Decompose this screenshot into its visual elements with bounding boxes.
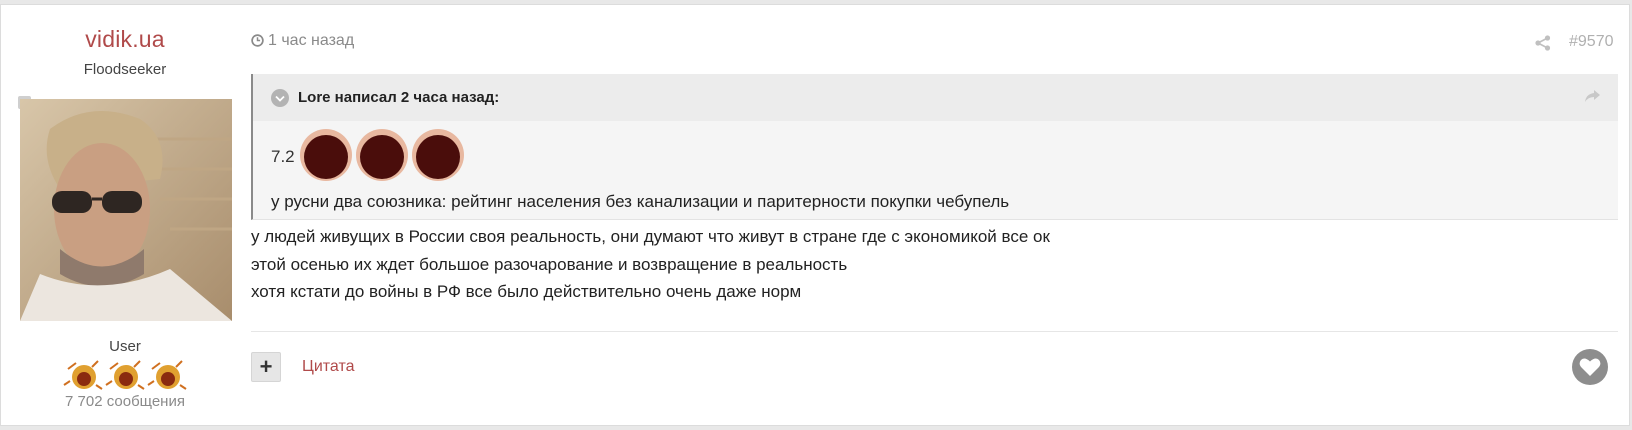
quote-text: у русни два союзника: рейтинг населения … xyxy=(271,192,1010,211)
quote-button[interactable]: Цитата xyxy=(302,358,355,376)
post-number-link[interactable]: #9570 xyxy=(1569,33,1614,51)
quote-citation: Lore написал 2 часа назад: xyxy=(298,89,500,106)
quote-prefix: 7.2 xyxy=(271,147,295,166)
post-text-line: у людей живущих в России своя реальность… xyxy=(251,227,1050,246)
emoji-icon xyxy=(412,129,464,181)
chevron-down-icon[interactable] xyxy=(271,89,289,112)
emoji-icon xyxy=(300,129,352,181)
post-timestamp[interactable]: 1 час назад xyxy=(251,32,354,52)
clock-icon xyxy=(251,34,264,52)
like-button[interactable] xyxy=(1572,349,1608,385)
reply-arrow-icon[interactable] xyxy=(1584,88,1602,109)
heart-icon xyxy=(1579,358,1601,376)
forum-post: vidik.ua Floodseeker User 7 702 сообщени… xyxy=(0,4,1630,426)
quote-header: Lore написал 2 часа назад: xyxy=(253,74,1618,121)
multiquote-button[interactable]: + xyxy=(251,352,281,382)
post-time-label: 1 час назад xyxy=(268,32,355,49)
post-text-line: хотя кстати до войны в РФ все было дейст… xyxy=(251,282,802,301)
author-panel: vidik.ua Floodseeker User 7 702 сообщени… xyxy=(1,5,249,425)
author-post-count[interactable]: 7 702 сообщения xyxy=(1,393,249,410)
author-title: Floodseeker xyxy=(83,61,167,78)
share-icon[interactable] xyxy=(1535,35,1551,56)
post-footer-divider xyxy=(251,331,1618,332)
flame-rank-icon xyxy=(62,359,192,393)
quote-block: Lore написал 2 часа назад: 7.2 у русни д… xyxy=(251,74,1618,220)
author-name[interactable]: vidik.ua xyxy=(1,26,249,53)
post-text-line: этой осенью их ждет большое разочаровани… xyxy=(251,255,848,274)
author-group: User xyxy=(109,338,141,355)
reaction-emoji-group xyxy=(298,126,468,184)
emoji-icon xyxy=(356,129,408,181)
avatar[interactable] xyxy=(20,99,232,321)
